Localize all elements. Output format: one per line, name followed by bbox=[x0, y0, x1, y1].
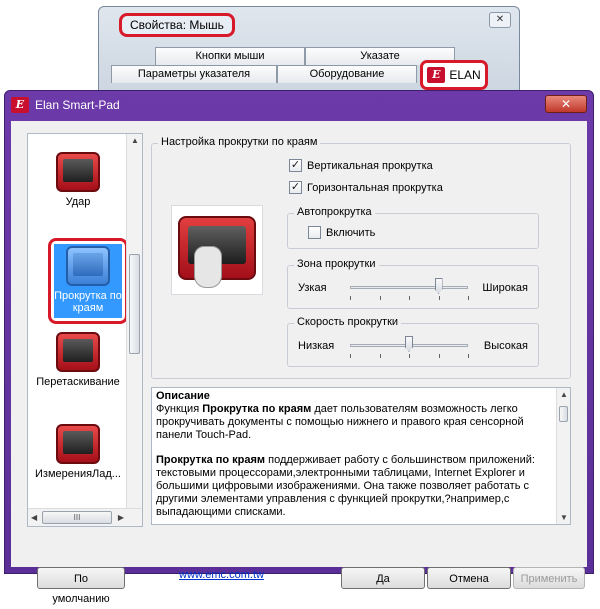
horizontal-scroll-label: Горизонтальная прокрутка bbox=[307, 181, 443, 194]
elan-logo-icon: E bbox=[427, 67, 446, 83]
dialog-client-area: Удар Прокрутка по краям Перетаскивание И… bbox=[11, 121, 587, 605]
list-item-label: Перетаскивание bbox=[36, 376, 120, 388]
list-item-tap[interactable]: Удар bbox=[28, 152, 128, 208]
edge-scroll-icon bbox=[66, 246, 110, 286]
vertical-scroll-option[interactable]: ✓ Вертикальная прокрутка bbox=[289, 159, 433, 172]
list-item-label: Удар bbox=[65, 196, 91, 208]
vertical-scrollbar[interactable]: ▲ bbox=[126, 134, 142, 510]
slider-tick bbox=[409, 354, 410, 358]
group-title: Скорость прокрутки bbox=[294, 316, 402, 328]
list-item-partial bbox=[28, 133, 128, 136]
scroll-speed-slider-thumb[interactable] bbox=[405, 336, 413, 352]
description-heading: Описание bbox=[156, 390, 210, 402]
autoscroll-enable-label: Включить bbox=[326, 226, 376, 239]
description-scrollbar[interactable]: ▲ ▼ bbox=[556, 388, 570, 524]
list-item-label: Прокрутка по краям bbox=[54, 290, 122, 314]
slider-tick bbox=[468, 296, 469, 300]
horizontal-scroll-checkbox[interactable]: ✓ bbox=[289, 181, 302, 194]
mouse-properties-title: Свойства: Мышь bbox=[119, 13, 235, 37]
restore-defaults-button[interactable]: По умолчанию bbox=[37, 567, 125, 605]
group-title: Зона прокрутки bbox=[294, 258, 379, 270]
close-button[interactable]: ✕ bbox=[545, 95, 587, 113]
scrollbar-thumb[interactable] bbox=[129, 254, 140, 354]
autoscroll-enable-option[interactable]: Включить bbox=[308, 226, 375, 239]
slider-tick bbox=[379, 296, 381, 300]
slider-tick bbox=[379, 354, 381, 358]
tap-icon bbox=[56, 152, 100, 192]
scrollbar-thumb[interactable]: III bbox=[42, 511, 112, 524]
feature-list[interactable]: Удар Прокрутка по краям Перетаскивание И… bbox=[27, 133, 143, 527]
tab-mouse-buttons[interactable]: Кнопки мыши bbox=[155, 47, 305, 65]
tab-hardware[interactable]: Оборудование bbox=[277, 65, 417, 83]
window-title: Elan Smart-Pad bbox=[35, 98, 120, 112]
slider-tick bbox=[350, 354, 351, 358]
edge-scroll-preview-image bbox=[171, 205, 263, 295]
measure-icon bbox=[56, 424, 100, 464]
scroll-speed-group: Скорость прокрутки Низкая Высокая bbox=[287, 316, 539, 367]
slider-tick bbox=[468, 354, 469, 358]
autoscroll-enable-checkbox[interactable] bbox=[308, 226, 321, 239]
tab-pointer-options[interactable]: Параметры указателя bbox=[111, 65, 277, 83]
apply-button: Применить bbox=[513, 567, 585, 589]
speed-max-label: Высокая bbox=[483, 340, 528, 352]
hand-icon bbox=[194, 246, 222, 288]
vertical-scroll-checkbox[interactable]: ✓ bbox=[289, 159, 302, 172]
scroll-left-arrow-icon[interactable]: ◀ bbox=[31, 513, 37, 522]
elan-logo-icon: E bbox=[11, 97, 29, 113]
desc-p1-prefix: Функция bbox=[156, 403, 203, 415]
list-item-measure[interactable]: ИзмеренияЛад... bbox=[28, 424, 128, 480]
elan-website-link[interactable]: www.emc.com.tw bbox=[179, 569, 264, 581]
list-item-edge-scroll[interactable]: Прокрутка по краям bbox=[48, 238, 128, 324]
slider-tick bbox=[438, 354, 440, 358]
description-text: Описание Функция Прокрутка по краям дает… bbox=[156, 390, 552, 524]
description-paragraph: Прокрутка по краям поддерживает работу с… bbox=[156, 454, 552, 519]
desc-p1-feature: Прокрутка по краям bbox=[202, 403, 312, 415]
scroll-up-arrow-icon[interactable]: ▲ bbox=[560, 390, 568, 399]
cancel-button[interactable]: Отмена bbox=[427, 567, 511, 589]
scroll-zone-slider[interactable] bbox=[350, 286, 468, 289]
zone-min-label: Узкая bbox=[298, 282, 327, 294]
group-title: Настройка прокрутки по краям bbox=[158, 136, 321, 148]
list-item-label: ИзмеренияЛад... bbox=[35, 468, 121, 480]
group-title: Автопрокрутка bbox=[294, 206, 375, 218]
ok-button[interactable]: Да bbox=[341, 567, 425, 589]
zone-max-label: Широкая bbox=[482, 282, 528, 294]
description-panel: Описание Функция Прокрутка по краям дает… bbox=[151, 387, 571, 525]
scroll-right-arrow-icon[interactable]: ▶ bbox=[118, 513, 124, 522]
partial-item-edge bbox=[58, 133, 98, 134]
elan-smartpad-window: E Elan Smart-Pad ✕ Удар Прокрутка по кра… bbox=[4, 90, 594, 605]
autoscroll-group: Автопрокрутка Включить bbox=[287, 206, 539, 249]
horizontal-scroll-option[interactable]: ✓ Горизонтальная прокрутка bbox=[289, 181, 443, 194]
slider-tick bbox=[409, 296, 410, 300]
horizontal-scrollbar[interactable]: ◀ III ▶ bbox=[28, 508, 142, 526]
tab-elan[interactable]: E ELAN bbox=[420, 60, 488, 90]
slider-tick bbox=[438, 296, 440, 300]
title-bar: E Elan Smart-Pad bbox=[5, 91, 593, 119]
list-item-drag[interactable]: Перетаскивание bbox=[28, 332, 128, 388]
slider-tick bbox=[350, 296, 351, 300]
drag-icon bbox=[56, 332, 100, 372]
scroll-up-arrow-icon[interactable]: ▲ bbox=[131, 136, 139, 145]
vertical-scroll-label: Вертикальная прокрутка bbox=[307, 159, 433, 172]
tab-elan-label: ELAN bbox=[449, 68, 481, 82]
scrollbar-thumb[interactable] bbox=[559, 406, 568, 422]
speed-min-label: Низкая bbox=[298, 340, 335, 352]
desc-p2-feature: Прокрутка по краям bbox=[156, 454, 266, 466]
scroll-zone-slider-thumb[interactable] bbox=[434, 278, 443, 294]
scroll-down-arrow-icon[interactable]: ▼ bbox=[560, 513, 568, 522]
scroll-zone-group: Зона прокрутки Узкая Широкая bbox=[287, 258, 539, 309]
close-button[interactable]: ✕ bbox=[489, 12, 511, 28]
description-paragraph: Функция Прокрутка по краям дает пользова… bbox=[156, 403, 552, 442]
